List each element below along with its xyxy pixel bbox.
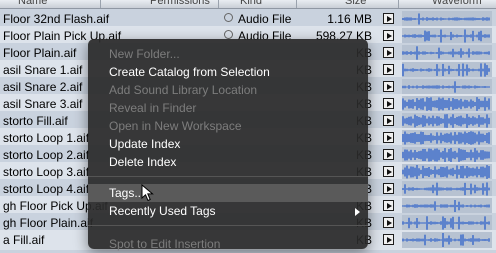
waveform-icon	[402, 63, 490, 77]
play-icon[interactable]	[383, 13, 394, 24]
menu-separator	[88, 176, 368, 177]
waveform-cell[interactable]	[402, 130, 492, 146]
menu-separator	[88, 225, 368, 226]
play-icon[interactable]	[383, 98, 394, 109]
play-icon[interactable]	[383, 132, 394, 143]
play-icon[interactable]	[383, 115, 394, 126]
waveform-icon	[402, 97, 490, 111]
menu-item-label: Reveal in Finder	[109, 101, 197, 115]
play-icon[interactable]	[383, 234, 394, 245]
column-divider	[100, 0, 101, 8]
menu-item-recently-used-tags[interactable]: Recently Used Tags	[88, 202, 368, 220]
waveform-icon	[402, 200, 490, 212]
waveform-icon	[402, 13, 490, 25]
gear-icon	[224, 30, 233, 39]
menu-item-tags[interactable]: Tags...	[88, 184, 368, 202]
waveform-cell[interactable]	[402, 232, 492, 248]
file-kind: Audio File	[224, 12, 291, 26]
play-icon[interactable]	[383, 200, 394, 211]
menu-item-label: Add Sound Library Location	[109, 83, 258, 97]
play-icon[interactable]	[383, 47, 394, 58]
menu-item-create-catalog-from-selection[interactable]: Create Catalog from Selection	[88, 63, 368, 81]
waveform-icon	[402, 182, 490, 196]
waveform-icon	[402, 233, 490, 247]
waveform-cell[interactable]	[402, 181, 492, 197]
menu-item-new-folder: New Folder...	[88, 45, 368, 63]
menu-item-update-index[interactable]: Update Index	[88, 135, 368, 153]
waveform-cell[interactable]	[402, 113, 492, 129]
play-icon[interactable]	[383, 217, 394, 228]
waveform-icon	[402, 29, 490, 43]
waveform-cell[interactable]	[402, 45, 492, 61]
file-name: Floor 32nd Flash.aif	[3, 12, 110, 26]
waveform-icon	[402, 216, 490, 230]
menu-item-label: Open in New Workspace	[109, 119, 242, 133]
column-divider	[218, 0, 219, 8]
waveform-icon	[402, 46, 490, 60]
waveform-icon	[402, 148, 490, 162]
menu-item-add-sound-library-location: Add Sound Library Location	[88, 81, 368, 99]
menu-item-label: Recently Used Tags	[109, 204, 216, 218]
submenu-arrow-icon	[355, 208, 360, 216]
waveform-cell[interactable]	[402, 28, 492, 44]
gear-icon	[224, 13, 233, 22]
menu-item-reveal-in-finder: Reveal in Finder	[88, 99, 368, 117]
column-header-size[interactable]: Size	[345, 0, 366, 8]
play-icon[interactable]	[383, 149, 394, 160]
column-header-kind[interactable]: Kind	[240, 0, 262, 8]
menu-item-label: New Folder...	[109, 47, 180, 61]
play-icon[interactable]	[383, 81, 394, 92]
waveform-icon	[402, 131, 490, 145]
mouse-cursor-icon	[141, 184, 154, 202]
play-icon[interactable]	[383, 166, 394, 177]
waveform-cell[interactable]	[402, 164, 492, 180]
menu-item-label: Create Catalog from Selection	[109, 65, 270, 79]
waveform-cell[interactable]	[402, 79, 492, 95]
column-divider	[398, 0, 399, 8]
column-header-waveform[interactable]: Waveform	[432, 0, 482, 8]
column-divider	[296, 0, 297, 8]
waveform-cell[interactable]	[402, 62, 492, 78]
waveform-cell[interactable]	[402, 198, 492, 214]
menu-item-label: Update Index	[109, 137, 181, 151]
waveform-icon	[402, 165, 490, 179]
play-icon[interactable]	[383, 183, 394, 194]
menu-item-label: Tags...	[109, 186, 145, 200]
column-header-name[interactable]: Name	[18, 0, 47, 8]
waveform-cell[interactable]	[402, 96, 492, 112]
menu-item-spot-to-edit-insertion: Spot to Edit Insertion	[88, 235, 368, 253]
file-kind-label: Audio File	[238, 12, 292, 26]
play-icon[interactable]	[383, 64, 394, 75]
column-header-permissions[interactable]: Permissions	[150, 0, 210, 8]
file-size: 1.16 MB	[327, 12, 372, 26]
menu-item-open-in-new-workspace: Open in New Workspace	[88, 117, 368, 135]
play-icon[interactable]	[383, 30, 394, 41]
menu-item-label: Delete Index	[109, 155, 177, 169]
menu-item-delete-index[interactable]: Delete Index	[88, 153, 368, 171]
waveform-cell[interactable]	[402, 215, 492, 231]
waveform-cell[interactable]	[402, 147, 492, 163]
menu-item-label: Spot to Edit Insertion	[109, 237, 221, 251]
context-menu: New Folder... Create Catalog from Selecti…	[88, 39, 368, 251]
waveform-cell[interactable]	[402, 11, 492, 27]
column-header-bar: Name Permissions Kind Size Waveform	[0, 0, 496, 9]
waveform-icon	[402, 114, 490, 128]
waveform-icon	[402, 81, 490, 93]
